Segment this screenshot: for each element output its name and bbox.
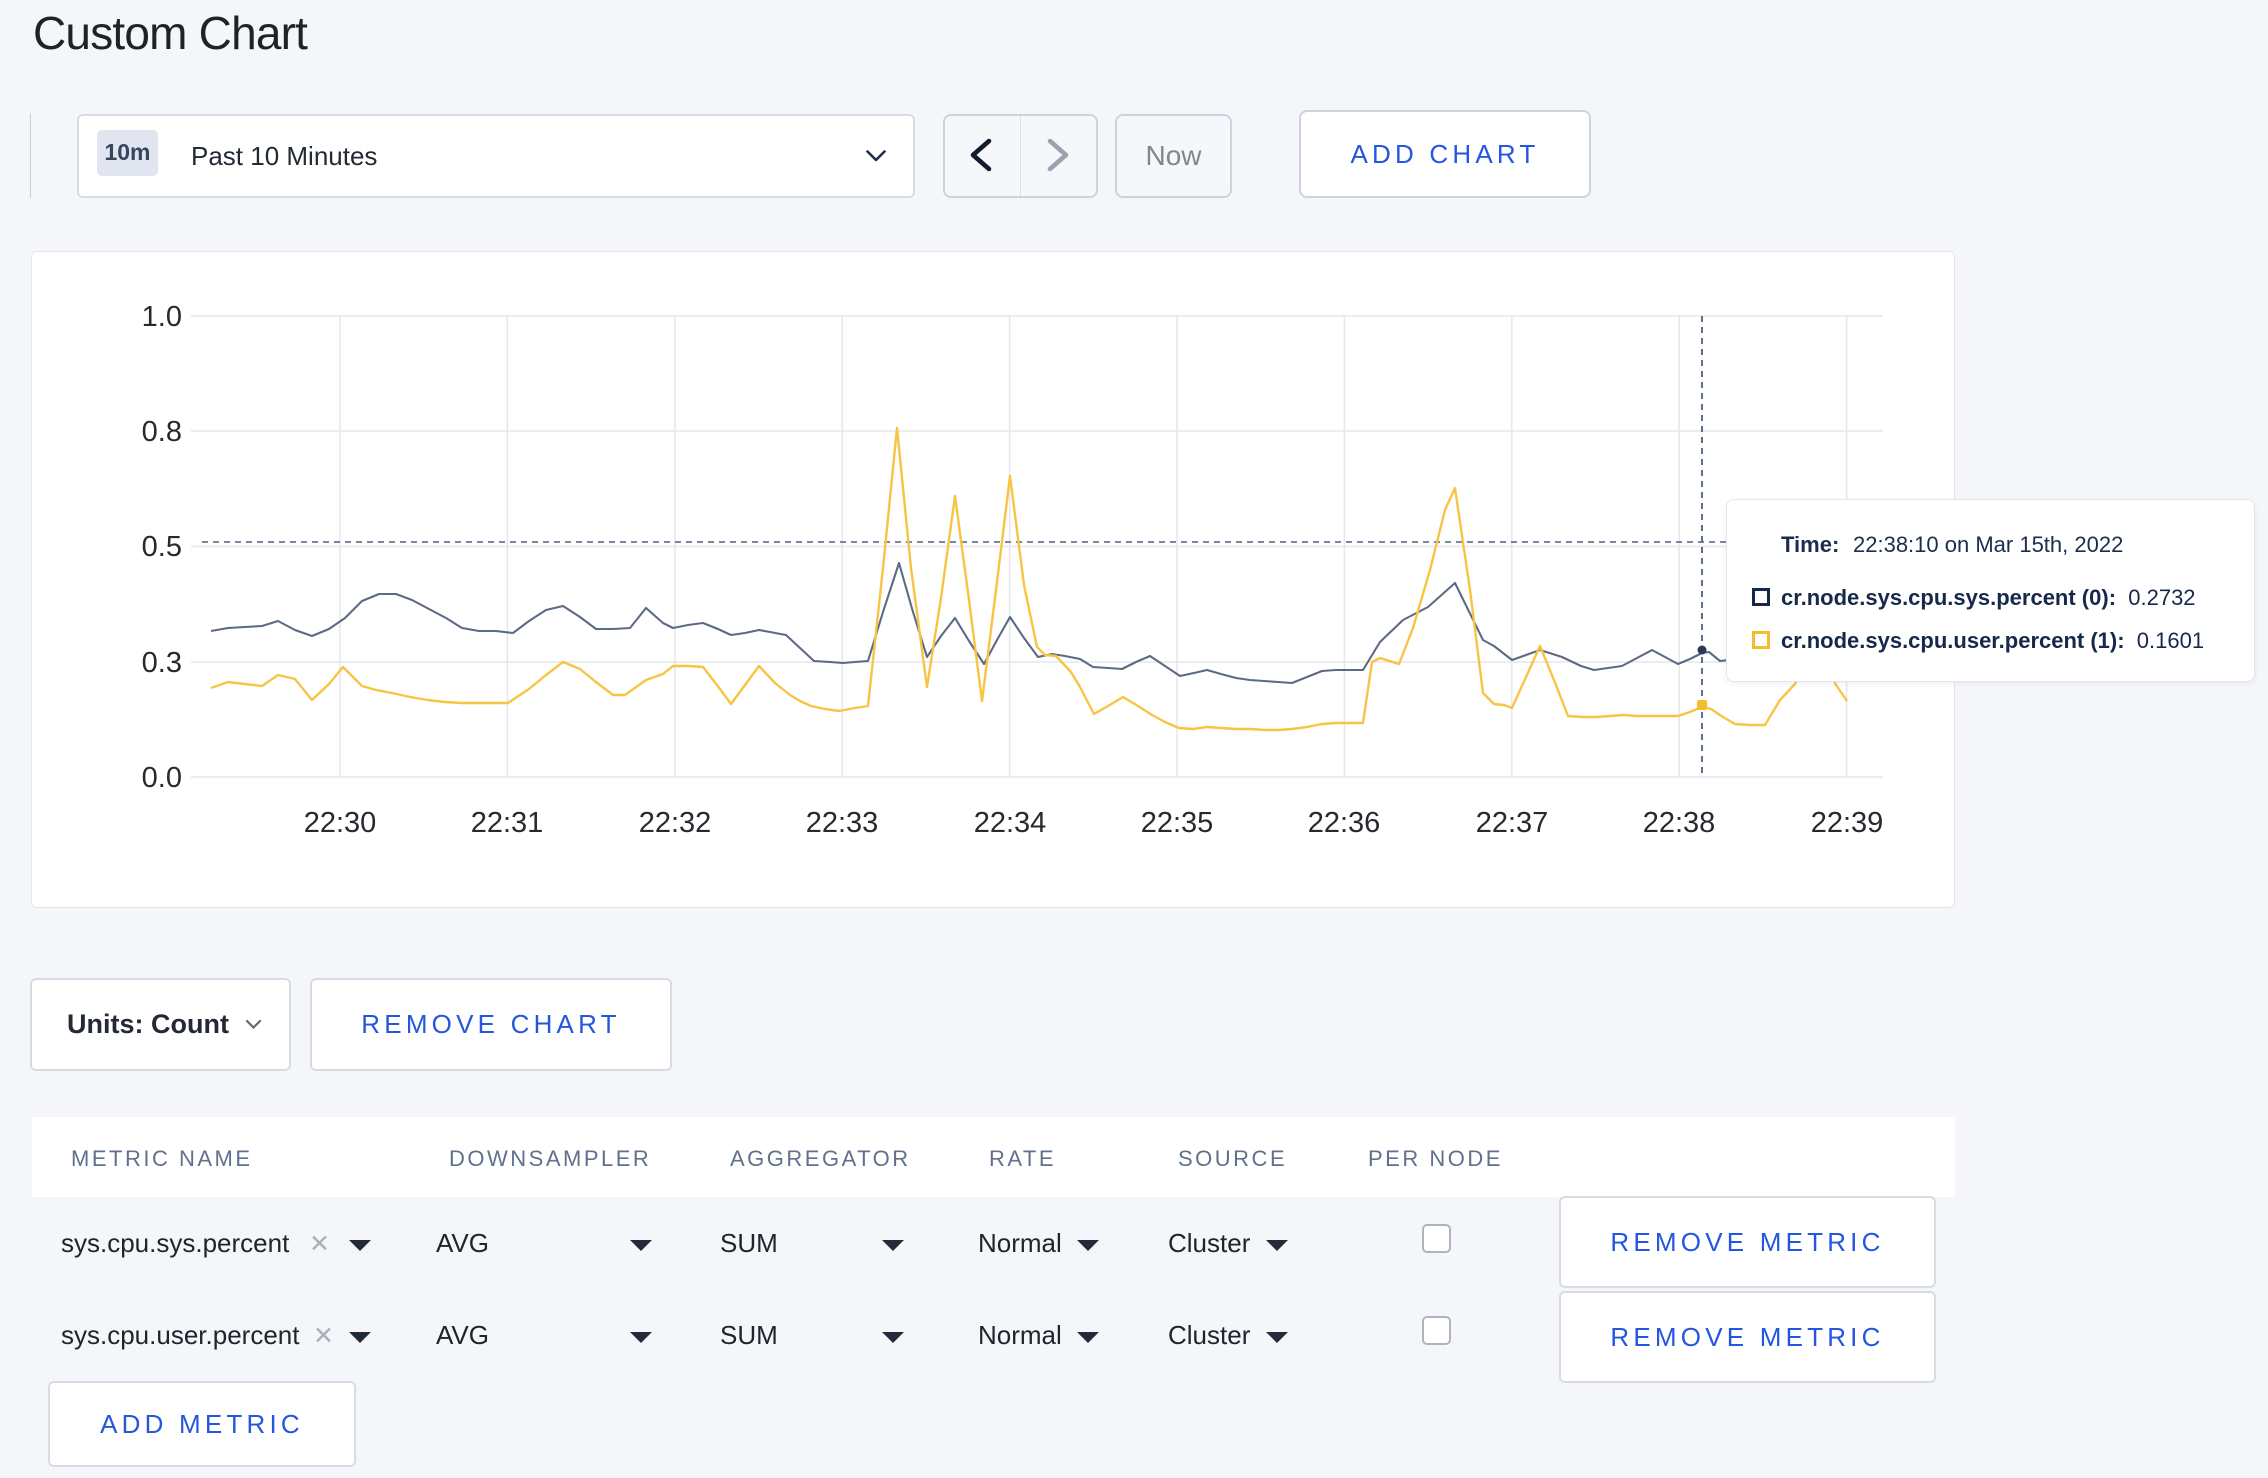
svg-text:22:33: 22:33 [806,807,879,839]
svg-text:1.0: 1.0 [142,301,182,333]
svg-text:22:34: 22:34 [974,807,1047,839]
svg-text:0.3: 0.3 [142,647,182,679]
svg-text:22:32: 22:32 [639,807,712,839]
svg-text:0.5: 0.5 [142,531,182,563]
svg-text:22:37: 22:37 [1476,807,1549,839]
svg-text:22:30: 22:30 [304,807,377,839]
svg-text:22:35: 22:35 [1141,807,1214,839]
svg-text:22:31: 22:31 [471,807,544,839]
svg-text:22:39: 22:39 [1811,807,1884,839]
svg-text:22:38: 22:38 [1643,807,1716,839]
svg-text:0.8: 0.8 [142,416,182,448]
svg-text:22:36: 22:36 [1308,807,1381,839]
svg-text:0.0: 0.0 [142,762,182,794]
